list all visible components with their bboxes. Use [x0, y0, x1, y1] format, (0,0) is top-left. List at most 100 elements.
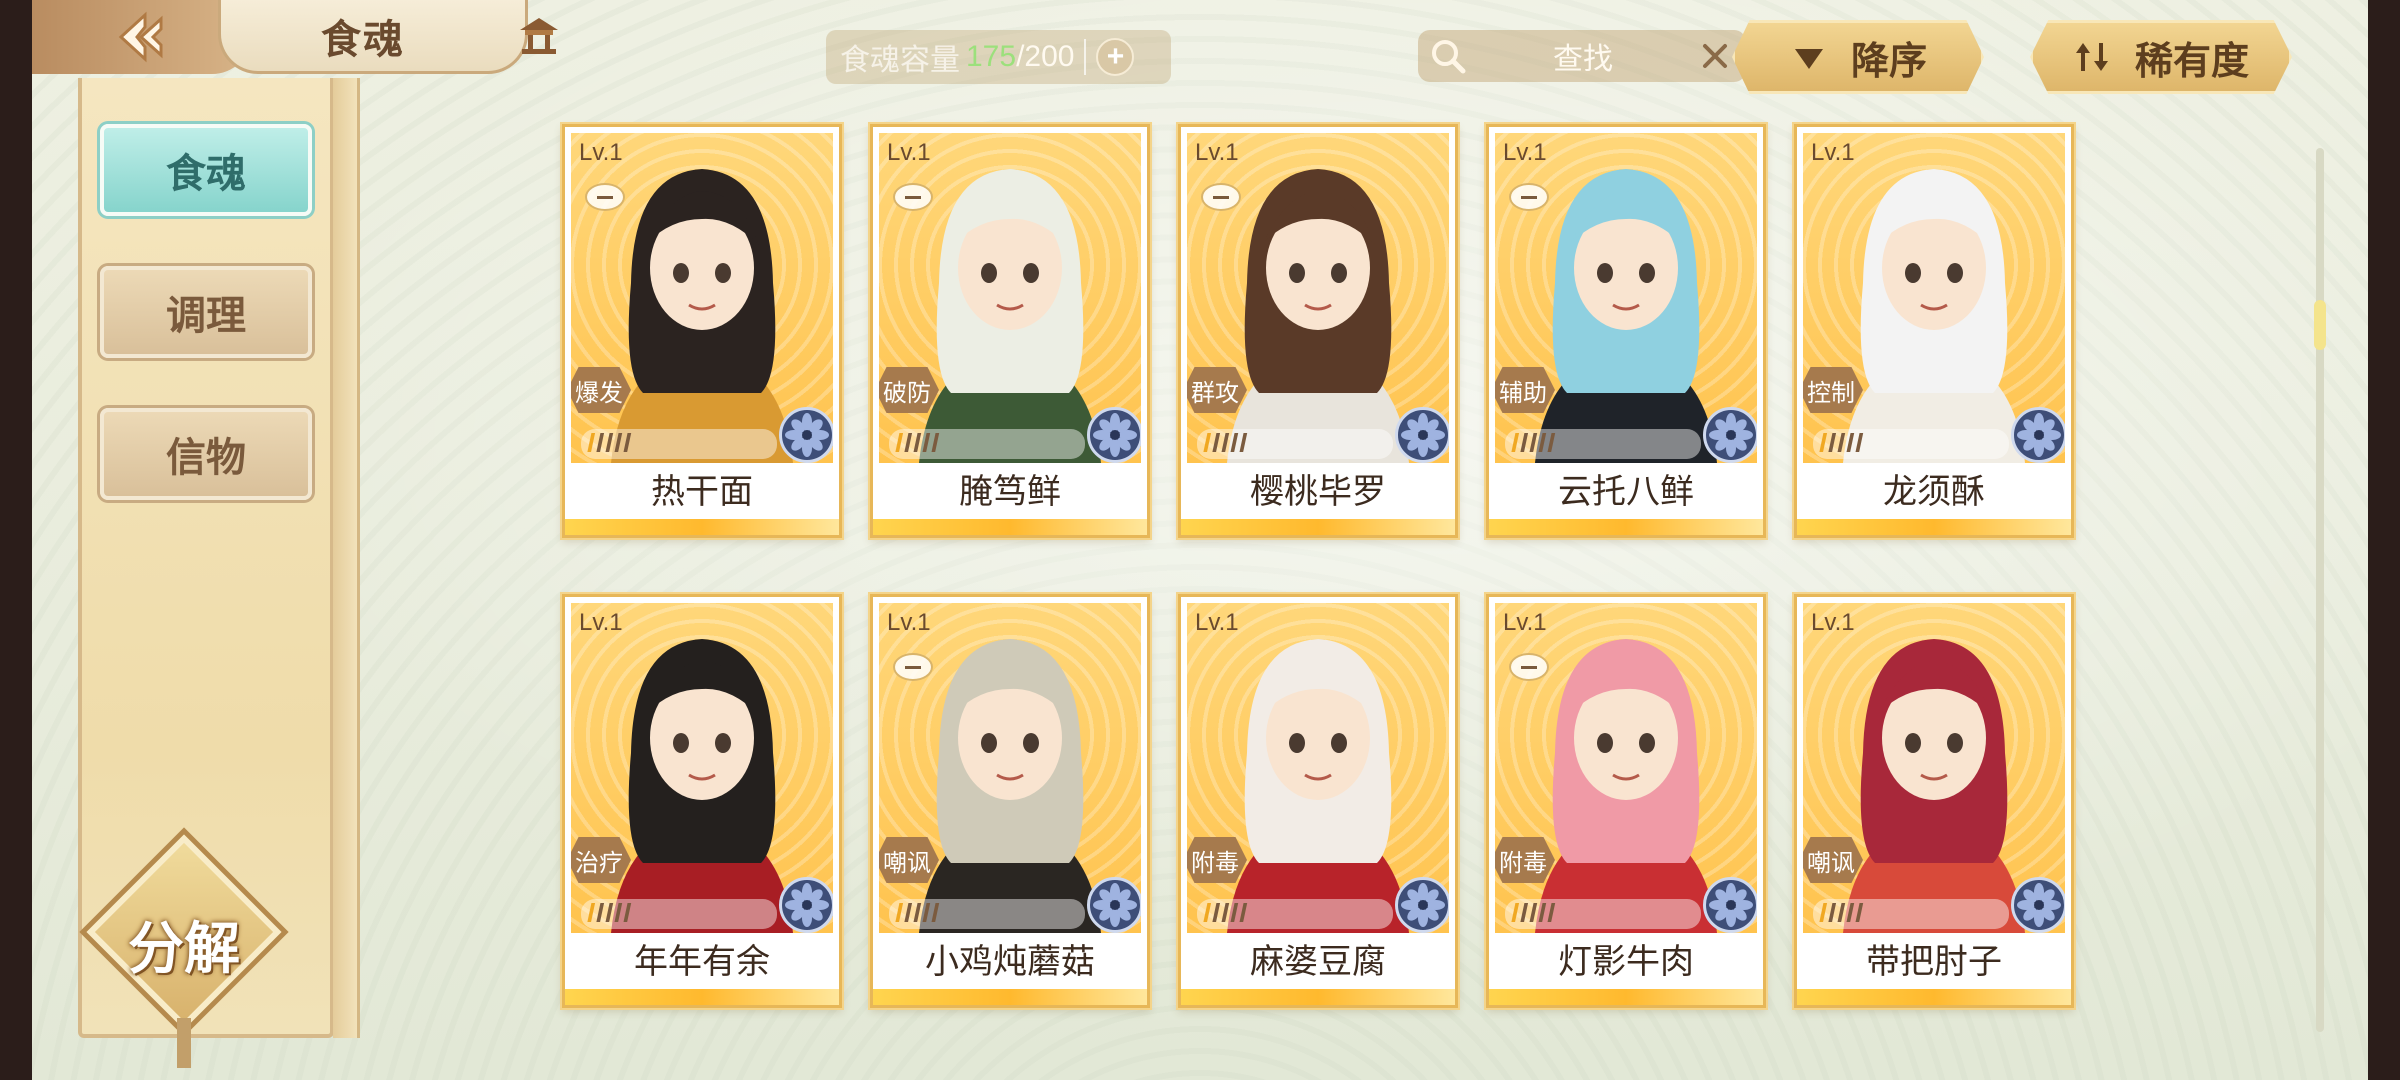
scrollbar[interactable]	[2316, 148, 2324, 1032]
rarity-curl-icon: 𝒍	[1203, 899, 1211, 929]
rarity-curl-icon: 𝒍	[614, 429, 622, 459]
card-name: 腌笃鲜	[873, 465, 1147, 519]
rarity-bar: 𝒍𝒍𝒍𝒍𝒍	[1813, 899, 2009, 929]
rarity-sort-button[interactable]: 稀有度	[2030, 20, 2292, 94]
rarity-curl-icon: 𝒍	[1230, 429, 1238, 459]
card-level: Lv.1	[579, 139, 623, 166]
flower-emblem-icon	[2011, 407, 2065, 463]
food-soul-card[interactable]: Lv.1 群攻 𝒍 𝒍 𝒍 𝒍 𝒍 樱桃毕罗	[1178, 124, 1458, 538]
rarity-curl-icon: 𝒍	[1846, 429, 1854, 459]
role-tag: 破防	[879, 367, 939, 413]
minus-badge-icon	[893, 653, 933, 681]
rarity-curl-icon: 𝒍	[623, 899, 631, 929]
food-soul-card[interactable]: Lv.1 嘲讽 𝒍 𝒍 𝒍 𝒍 𝒍 带把肘子	[1794, 594, 2074, 1008]
rarity-curl-icon: 𝒍	[922, 899, 930, 929]
add-capacity-button[interactable]: +	[1096, 38, 1135, 76]
rarity-curl-icon: 𝒍	[614, 899, 622, 929]
capacity-counter: 食魂容量 175 / 200 +	[826, 30, 1171, 84]
capacity-label: 食魂容量	[840, 44, 960, 77]
rarity-curl-icon: 𝒍	[1828, 899, 1836, 929]
character-portrait: Lv.1 附毒 𝒍 𝒍 𝒍 𝒍 𝒍	[1495, 603, 1757, 933]
food-soul-card[interactable]: Lv.1 嘲讽 𝒍 𝒍 𝒍 𝒍 𝒍 小鸡炖蘑菇	[870, 594, 1150, 1008]
character-portrait: Lv.1 群攻 𝒍 𝒍 𝒍 𝒍 𝒍	[1187, 133, 1449, 463]
page-title: 食魂	[321, 15, 405, 63]
role-tag: 控制	[1803, 367, 1863, 413]
minus-badge-icon	[1201, 183, 1241, 211]
rarity-curl-icon: 𝒍	[895, 429, 903, 459]
scrollbar-thumb[interactable]	[2314, 300, 2326, 350]
character-portrait: Lv.1 治疗 𝒍 𝒍 𝒍 𝒍 𝒍	[571, 603, 833, 933]
rarity-curl-icon: 𝒍	[1846, 899, 1854, 929]
tab-label: 调理	[166, 292, 246, 339]
card-footer-stripe	[1181, 989, 1455, 1005]
card-name: 小鸡炖蘑菇	[873, 935, 1147, 989]
flower-emblem-icon	[2011, 877, 2065, 933]
tab-cooking[interactable]: 调理	[100, 266, 312, 358]
card-name: 云托八鲜	[1489, 465, 1763, 519]
rarity-curl-icon: 𝒍	[1819, 899, 1827, 929]
rarity-curl-icon: 𝒍	[1221, 429, 1229, 459]
capacity-current: 175	[966, 40, 1017, 73]
food-soul-card[interactable]: Lv.1 辅助 𝒍 𝒍 𝒍 𝒍 𝒍 云托八鲜	[1486, 124, 1766, 538]
rarity-curl-icon: 𝒍	[596, 429, 604, 459]
food-soul-card[interactable]: Lv.1 附毒 𝒍 𝒍 𝒍 𝒍 𝒍 麻婆豆腐	[1178, 594, 1458, 1008]
rarity-curl-icon: 𝒍	[904, 429, 912, 459]
rarity-curl-icon: 𝒍	[1828, 429, 1836, 459]
card-footer-stripe	[1489, 989, 1763, 1005]
rarity-curl-icon: 𝒍	[596, 899, 604, 929]
card-name: 带把肘子	[1797, 935, 2071, 989]
card-level: Lv.1	[1811, 609, 1855, 636]
card-name: 龙须酥	[1797, 465, 2071, 519]
rarity-curl-icon: 𝒍	[922, 429, 930, 459]
rarity-curl-icon: 𝒍	[913, 899, 921, 929]
card-level: Lv.1	[1503, 609, 1547, 636]
card-footer-stripe	[873, 519, 1147, 535]
sort-descending-button[interactable]: 降序	[1732, 20, 1984, 94]
card-footer-stripe	[1797, 989, 2071, 1005]
rarity-curl-icon: 𝒍	[623, 429, 631, 459]
food-soul-card[interactable]: Lv.1 治疗 𝒍 𝒍 𝒍 𝒍 𝒍 年年有余	[562, 594, 842, 1008]
character-portrait: Lv.1 附毒 𝒍 𝒍 𝒍 𝒍 𝒍	[1187, 603, 1449, 933]
close-icon[interactable]	[1698, 39, 1732, 73]
flower-emblem-icon	[1703, 877, 1757, 933]
search-input[interactable]: 查找	[1418, 30, 1746, 82]
rarity-curl-icon: 𝒍	[587, 899, 595, 929]
rarity-curl-icon: 𝒍	[605, 429, 613, 459]
title-tab: 食魂	[218, 0, 528, 74]
rarity-curl-icon: 𝒍	[1511, 429, 1519, 459]
tab-token[interactable]: 信物	[100, 408, 312, 500]
food-soul-card[interactable]: Lv.1 控制 𝒍 𝒍 𝒍 𝒍 𝒍 龙须酥	[1794, 124, 2074, 538]
minus-badge-icon	[1509, 183, 1549, 211]
rarity-curl-icon: 𝒍	[1547, 899, 1555, 929]
rarity-curl-icon: 𝒍	[1520, 899, 1528, 929]
card-name: 麻婆豆腐	[1181, 935, 1455, 989]
flower-emblem-icon	[1395, 407, 1449, 463]
rarity-bar: 𝒍𝒍𝒍𝒍𝒍	[1813, 429, 2009, 459]
role-tag: 辅助	[1495, 367, 1555, 413]
decompose-label[interactable]: 分解	[102, 904, 266, 985]
card-level: Lv.1	[579, 609, 623, 636]
tab-food-soul[interactable]: 食魂	[100, 124, 312, 216]
minus-badge-icon	[585, 183, 625, 211]
rarity-curl-icon: 𝒍	[1520, 429, 1528, 459]
back-arrow-icon	[118, 11, 163, 63]
rarity-curl-icon: 𝒍	[1203, 429, 1211, 459]
flower-emblem-icon	[1087, 407, 1141, 463]
card-level: Lv.1	[1811, 139, 1855, 166]
food-soul-card[interactable]: Lv.1 爆发 𝒍 𝒍 𝒍 𝒍 𝒍 热干面	[562, 124, 842, 538]
rarity-bar: 𝒍𝒍𝒍𝒍𝒍	[1505, 899, 1701, 929]
rarity-curl-icon: 𝒍	[1538, 899, 1546, 929]
rarity-curl-icon: 𝒍	[605, 899, 613, 929]
role-tag: 治疗	[571, 837, 631, 883]
rarity-curl-icon: 𝒍	[913, 429, 921, 459]
flower-emblem-icon	[1395, 877, 1449, 933]
food-soul-card[interactable]: Lv.1 附毒 𝒍 𝒍 𝒍 𝒍 𝒍 灯影牛肉	[1486, 594, 1766, 1008]
rarity-curl-icon: 𝒍	[1212, 429, 1220, 459]
search-icon	[1432, 40, 1466, 74]
role-tag: 嘲讽	[1803, 837, 1863, 883]
pavilion-icon[interactable]	[516, 14, 562, 60]
food-soul-card[interactable]: Lv.1 破防 𝒍 𝒍 𝒍 𝒍 𝒍 腌笃鲜	[870, 124, 1150, 538]
card-footer-stripe	[1797, 519, 2071, 535]
character-portrait: Lv.1 嘲讽 𝒍 𝒍 𝒍 𝒍 𝒍	[1803, 603, 2065, 933]
rarity-bar: 𝒍𝒍𝒍𝒍𝒍	[581, 899, 777, 929]
